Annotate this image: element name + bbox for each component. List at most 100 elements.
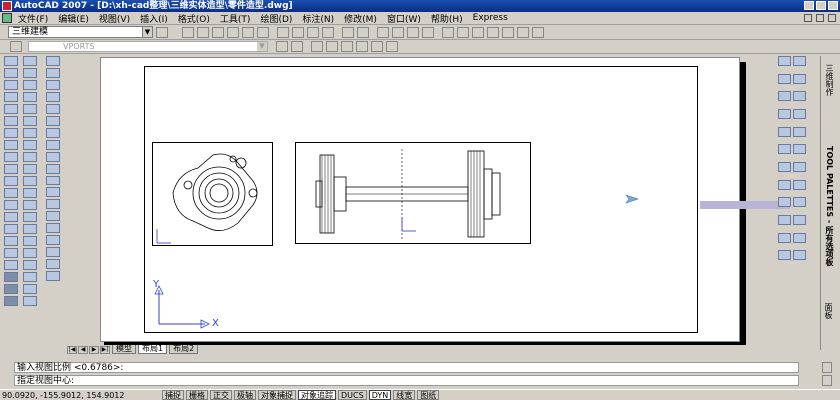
clean-icon[interactable]	[23, 188, 37, 198]
last-tab-icon[interactable]: ▶|	[100, 345, 110, 354]
markup-icon[interactable]	[502, 26, 514, 38]
line-tool-icon[interactable]	[793, 73, 806, 84]
cylinder-icon[interactable]	[4, 116, 18, 126]
interfere-icon[interactable]	[23, 272, 37, 282]
shell-icon[interactable]	[23, 212, 37, 222]
trim-icon[interactable]	[793, 144, 806, 155]
stretch-icon[interactable]	[778, 144, 791, 155]
menu-format[interactable]: 格式(O)	[178, 12, 210, 25]
circle-icon[interactable]	[46, 127, 60, 138]
prev-tab-icon[interactable]: ◀	[78, 345, 88, 354]
chevron-down-icon[interactable]: ▼	[257, 42, 267, 51]
ellipse-arc-icon[interactable]	[46, 175, 60, 186]
save-icon[interactable]	[212, 26, 224, 38]
extrude-icon[interactable]	[4, 176, 18, 186]
paper-toggle[interactable]: 图纸	[417, 390, 440, 400]
view-iso-icon[interactable]	[356, 41, 368, 52]
layer-previous-icon[interactable]	[291, 41, 303, 52]
menu-file[interactable]: 文件(F)	[18, 12, 48, 25]
dyn-toggle[interactable]: DYN	[368, 390, 392, 400]
doc-close-button[interactable]	[828, 14, 836, 22]
polysolid-icon[interactable]	[4, 56, 18, 66]
revision-cloud-icon[interactable]	[46, 139, 60, 150]
explode-icon[interactable]	[793, 197, 806, 208]
menu-view[interactable]: 视图(V)	[99, 12, 130, 25]
view-bottom-icon[interactable]	[386, 41, 398, 52]
flatshot-icon[interactable]	[23, 260, 37, 270]
polar-toggle[interactable]: 极轴	[234, 390, 256, 400]
presspull-icon[interactable]	[4, 188, 18, 198]
taper-faces-icon[interactable]	[23, 116, 37, 126]
lineweight-toggle[interactable]: 线宽	[393, 390, 416, 400]
command-input[interactable]: 指定视图中心:	[14, 375, 799, 386]
gradient-icon[interactable]	[46, 235, 60, 246]
coordinates-readout[interactable]: 90.0920, -155.9012, 154.9012	[0, 391, 162, 400]
zoom-realtime-icon[interactable]	[392, 26, 404, 38]
polygon-icon[interactable]	[46, 91, 60, 102]
check-icon[interactable]	[23, 224, 37, 234]
cone-icon[interactable]	[4, 92, 18, 102]
paste-icon[interactable]	[307, 26, 319, 38]
chamfer-icon[interactable]	[793, 179, 806, 190]
fillet-icon[interactable]	[778, 197, 791, 208]
slice-icon[interactable]	[23, 236, 37, 246]
view-left-icon[interactable]	[341, 41, 353, 52]
extrude-faces-icon[interactable]	[23, 56, 37, 66]
rectangle-icon[interactable]	[46, 103, 60, 114]
move-icon[interactable]	[793, 108, 806, 119]
ellipse-icon[interactable]	[46, 163, 60, 174]
subtract-icon[interactable]	[4, 248, 18, 258]
view-right-icon[interactable]	[371, 41, 383, 52]
layer-manager-icon[interactable]	[10, 41, 22, 52]
maximize-button[interactable]	[816, 1, 826, 10]
workspace-settings-icon[interactable]	[156, 26, 168, 38]
doc-minimize-button[interactable]	[804, 14, 812, 22]
multiline-text-icon[interactable]	[46, 271, 60, 282]
pan-icon[interactable]	[377, 26, 389, 38]
wedge-icon[interactable]	[4, 80, 18, 90]
scale-icon[interactable]	[793, 126, 806, 137]
menu-insert[interactable]: 插入(I)	[140, 12, 168, 25]
line-icon[interactable]	[46, 56, 60, 66]
plot-icon[interactable]	[227, 26, 239, 38]
torus-icon[interactable]	[4, 128, 18, 138]
delete-faces-icon[interactable]	[23, 92, 37, 102]
arc-icon[interactable]	[46, 115, 60, 126]
tab-layout1[interactable]: 布局1	[138, 345, 168, 354]
offset-icon[interactable]	[793, 91, 806, 102]
help-icon[interactable]	[532, 26, 544, 38]
otrack-toggle[interactable]: 对象追踪	[298, 390, 336, 400]
table-icon[interactable]	[46, 259, 60, 270]
move-faces-icon[interactable]	[23, 68, 37, 78]
3d-move-icon[interactable]	[4, 272, 18, 282]
zoom-window-icon[interactable]	[407, 26, 419, 38]
new-icon[interactable]	[182, 26, 194, 38]
join-icon[interactable]	[778, 179, 791, 190]
publish-icon[interactable]	[257, 26, 269, 38]
box-icon[interactable]	[4, 68, 18, 78]
menu-draw[interactable]: 绘图(D)	[260, 12, 292, 25]
copy-faces-icon[interactable]	[23, 128, 37, 138]
dim-angular-icon[interactable]	[778, 250, 791, 261]
intersect-icon[interactable]	[4, 260, 18, 270]
chevron-down-icon[interactable]: ▼	[142, 27, 152, 37]
redo-icon[interactable]	[357, 26, 369, 38]
command-scroll-down[interactable]	[822, 375, 832, 386]
menu-edit[interactable]: 编辑(E)	[58, 12, 89, 25]
array-icon[interactable]	[778, 108, 791, 119]
loft-icon[interactable]	[4, 224, 18, 234]
extend-icon[interactable]	[778, 161, 791, 172]
doc-restore-button[interactable]	[816, 14, 824, 22]
helix-icon[interactable]	[4, 152, 18, 162]
revolve-icon[interactable]	[4, 212, 18, 222]
3d-mirror-icon[interactable]	[23, 296, 37, 306]
open-icon[interactable]	[197, 26, 209, 38]
tool-palettes-icon[interactable]	[472, 26, 484, 38]
hatch-icon[interactable]	[46, 223, 60, 234]
mirror-icon[interactable]	[778, 91, 791, 102]
offset-faces-icon[interactable]	[23, 80, 37, 90]
command-scroll-up[interactable]	[822, 362, 832, 373]
ortho-toggle[interactable]: 正交	[210, 390, 232, 400]
viewport-top-view[interactable]	[152, 142, 273, 246]
minimize-button[interactable]	[804, 1, 814, 10]
